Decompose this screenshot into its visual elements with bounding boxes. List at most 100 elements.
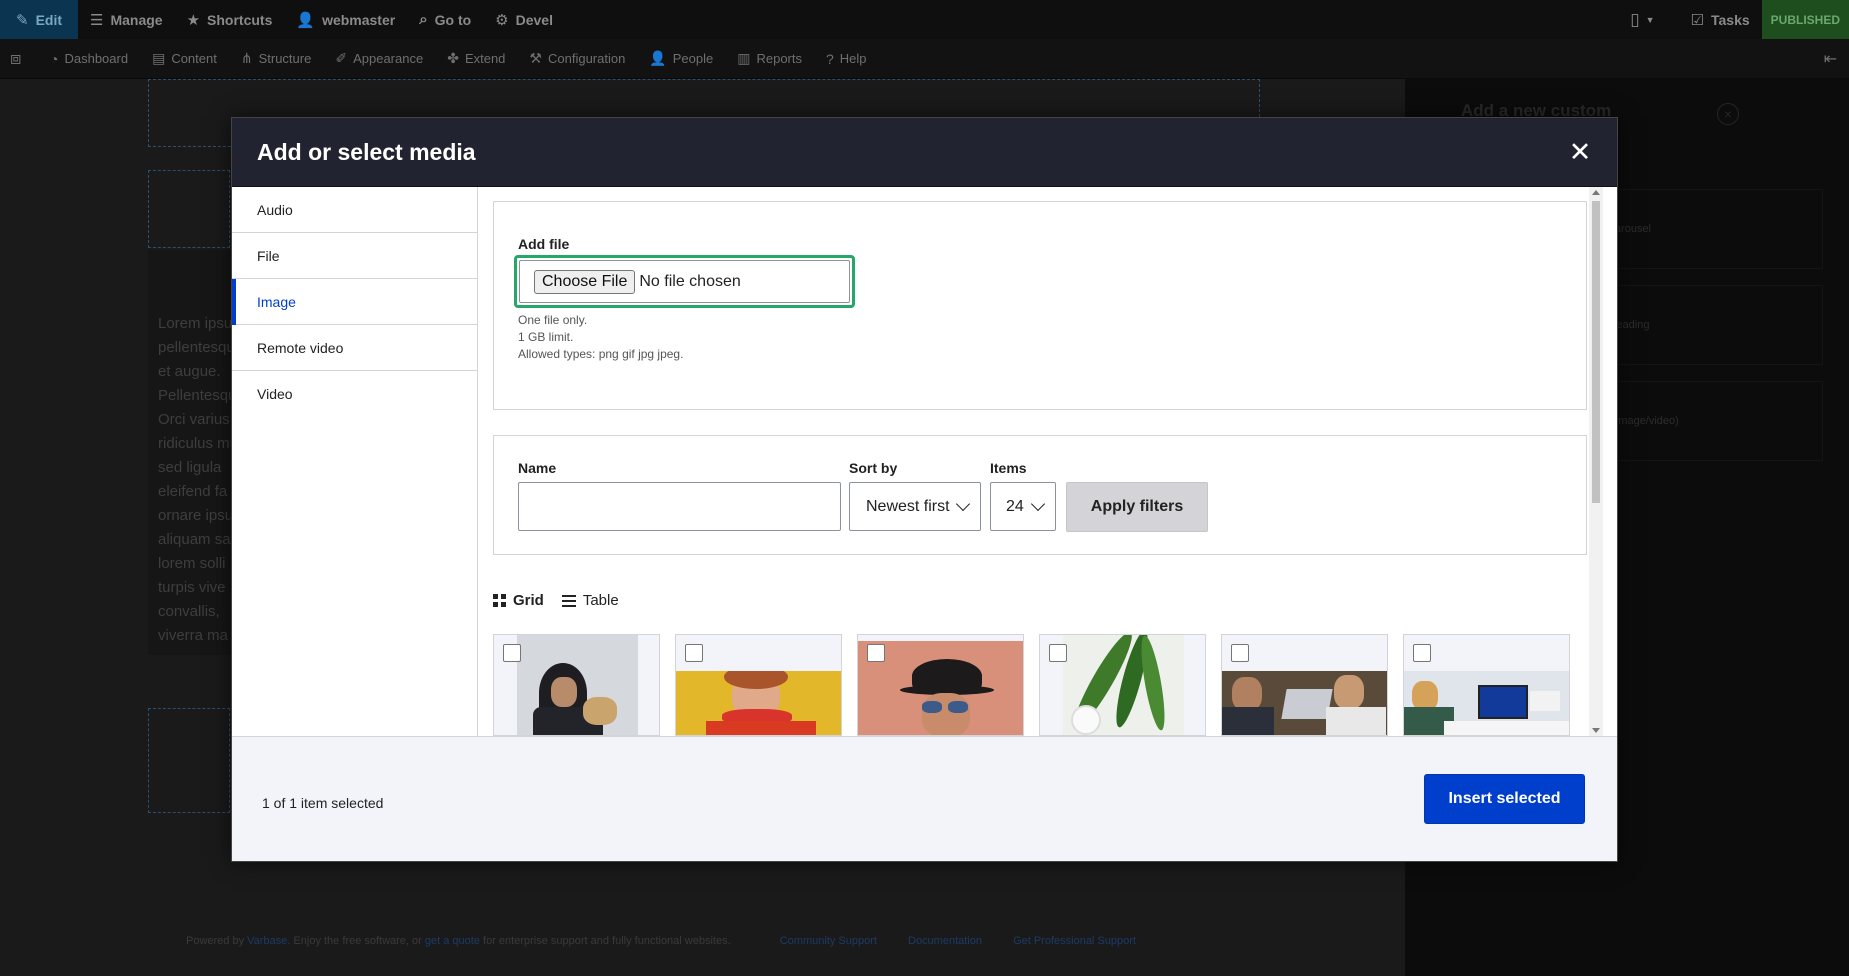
scroll-down-icon[interactable] — [1592, 728, 1600, 733]
media-item[interactable] — [857, 634, 1024, 736]
items-per-page-select[interactable]: 24 — [990, 482, 1056, 531]
media-select-checkbox[interactable] — [867, 644, 885, 662]
file-upload-field[interactable]: Choose File No file chosen — [514, 255, 855, 308]
bar-chart-icon: ▥ — [737, 50, 751, 66]
published-badge: PUBLISHED — [1761, 0, 1849, 39]
media-grid — [493, 634, 1593, 736]
varbase-link[interactable]: Varbase — [247, 935, 287, 947]
insert-selected-button[interactable]: Insert selected — [1424, 774, 1585, 824]
documentation-link[interactable]: Documentation — [908, 935, 982, 947]
media-select-checkbox[interactable] — [1231, 644, 1249, 662]
dialog-footer: 1 of 1 item selected Insert selected — [232, 736, 1617, 861]
media-thumbnail — [1063, 635, 1184, 735]
dialog-title: Add or select media — [257, 138, 476, 165]
media-item[interactable] — [1403, 634, 1570, 736]
menu-extend[interactable]: ✤ Extend — [435, 50, 517, 67]
tab-video[interactable]: Video — [232, 371, 477, 417]
shortcuts-tab[interactable]: ★ Shortcuts — [175, 0, 285, 39]
media-library-content: Add file Choose File No file chosen One … — [478, 187, 1603, 736]
table-view-link[interactable]: Table — [561, 592, 619, 609]
people-icon: 👤 — [649, 50, 667, 66]
layout-region — [148, 708, 230, 813]
site-logo-icon[interactable]: ⧈ — [0, 48, 38, 69]
tasks-tab[interactable]: ☑ Tasks — [1679, 0, 1762, 39]
file-input[interactable]: Choose File No file chosen — [519, 260, 850, 303]
wrench-icon: ⚒ — [529, 50, 542, 66]
menu-dashboard[interactable]: ◔ Dashboard — [38, 51, 140, 67]
media-thumbnail — [517, 635, 638, 735]
media-select-checkbox[interactable] — [1049, 644, 1067, 662]
menu-appearance[interactable]: ✐ Appearance — [323, 50, 435, 67]
chevron-down-icon — [955, 496, 971, 512]
apply-filters-button[interactable]: Apply filters — [1066, 482, 1208, 532]
admin-toolbar: ✎ Edit ☰ Manage ★ Shortcuts 👤 webmaster … — [0, 0, 1849, 39]
dashboard-icon: ◔ — [50, 50, 59, 67]
media-thumbnail — [1222, 671, 1387, 735]
menu-help[interactable]: ? Help — [814, 51, 879, 67]
community-support-link[interactable]: Community Support — [780, 935, 877, 947]
menu-structure[interactable]: ⋔ Structure — [229, 50, 323, 67]
tab-remote-video[interactable]: Remote video — [232, 325, 477, 371]
tab-file[interactable]: File — [232, 233, 477, 279]
user-tab[interactable]: 👤 webmaster — [284, 0, 407, 39]
menu-configuration[interactable]: ⚒ Configuration — [517, 50, 637, 67]
tab-audio[interactable]: Audio — [232, 187, 477, 233]
professional-support-link[interactable]: Get Professional Support — [1013, 935, 1136, 947]
media-thumbnail — [1404, 671, 1569, 735]
scroll-thumb[interactable] — [1592, 201, 1600, 503]
media-item[interactable] — [1221, 634, 1388, 736]
edit-toggle[interactable]: ✎ Edit — [0, 0, 78, 39]
gear-icon: ⚙ — [495, 11, 509, 29]
add-file-label: Add file — [518, 236, 570, 252]
dialog-header: Add or select media ✕ — [232, 118, 1617, 187]
menu-people[interactable]: 👤 People — [637, 50, 725, 67]
selection-count: 1 of 1 item selected — [262, 795, 384, 811]
admin-menu-tray: ⧈ ◔ Dashboard ▤ Content ⋔ Structure ✐ Appear… — [0, 39, 1849, 79]
goto-tab[interactable]: ⌕ Go to — [407, 0, 483, 39]
media-thumbnail — [676, 671, 841, 735]
items-label: Items — [990, 460, 1027, 476]
layout-region — [148, 170, 230, 248]
filter-form: Name Sort by Newest first Items 24 Apply… — [493, 435, 1587, 555]
media-select-checkbox[interactable] — [1413, 644, 1431, 662]
lorem-text: Lorem ipsum pellentesque et augue. Pelle… — [158, 315, 238, 644]
sitemap-icon: ⋔ — [240, 50, 253, 66]
grid-view-link[interactable]: Grid — [493, 592, 544, 609]
sort-by-select[interactable]: Newest first — [849, 482, 981, 531]
list-icon — [561, 594, 576, 607]
choose-file-button[interactable]: Choose File — [534, 269, 636, 294]
responsive-preview-button[interactable]: ▯ ▼ — [1618, 0, 1678, 39]
media-item[interactable] — [675, 634, 842, 736]
upload-help: One file only. 1 GB limit. Allowed types… — [518, 313, 684, 361]
quote-link[interactable]: get a quote — [425, 935, 480, 947]
menu-reports[interactable]: ▥ Reports — [725, 50, 814, 67]
puzzle-icon: ✤ — [447, 50, 459, 66]
media-item[interactable] — [493, 634, 660, 736]
sort-by-label: Sort by — [849, 460, 898, 476]
menu-content[interactable]: ▤ Content — [140, 50, 229, 67]
user-icon: 👤 — [296, 11, 316, 29]
name-label: Name — [518, 460, 557, 476]
content-scrollbar[interactable] — [1589, 187, 1603, 736]
close-icon[interactable]: × — [1717, 103, 1739, 125]
media-type-tabs: Audio File Image Remote video Video — [232, 187, 478, 736]
close-icon[interactable]: ✕ — [1568, 139, 1592, 166]
media-item[interactable] — [1039, 634, 1206, 736]
star-icon: ★ — [186, 11, 201, 29]
paintbrush-icon: ✐ — [335, 50, 348, 66]
devel-tab[interactable]: ⚙ Devel — [483, 0, 565, 39]
pencil-icon: ✎ — [15, 11, 29, 29]
grid-icon — [493, 594, 506, 607]
scroll-up-icon[interactable] — [1592, 190, 1600, 195]
collapse-tray-icon[interactable]: ⇤ — [1824, 49, 1849, 69]
media-select-checkbox[interactable] — [503, 644, 521, 662]
dialog-body: Audio File Image Remote video Video Add … — [232, 187, 1617, 736]
view-switcher: Grid Table — [493, 592, 637, 609]
manage-tab[interactable]: ☰ Manage — [78, 0, 175, 39]
name-filter-input[interactable] — [518, 482, 841, 531]
page-footer: Powered by Varbase. Enjoy the free softw… — [186, 935, 1136, 947]
media-select-checkbox[interactable] — [685, 644, 703, 662]
tab-image[interactable]: Image — [232, 279, 477, 325]
document-icon: ▤ — [152, 50, 166, 66]
chevron-down-icon — [1030, 496, 1046, 512]
